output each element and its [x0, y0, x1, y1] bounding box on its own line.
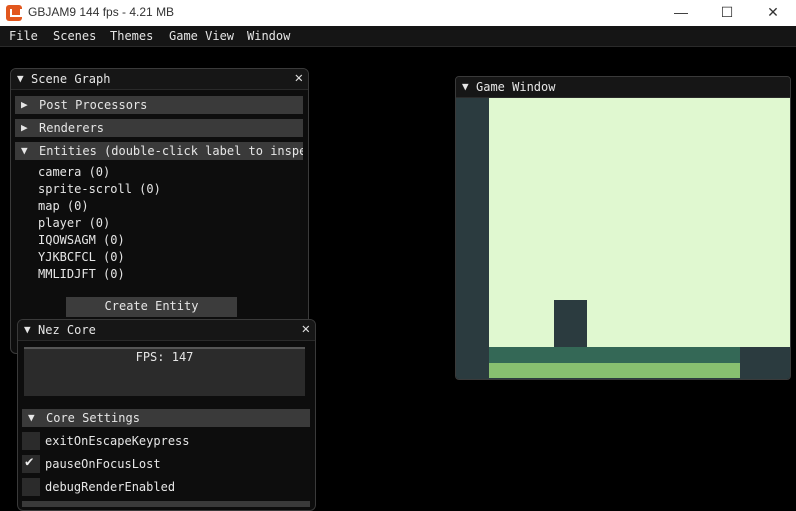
entity-item-map[interactable]: map (0)	[38, 199, 89, 213]
next-section-header[interactable]	[22, 501, 310, 507]
post-processors-header[interactable]: ▶ Post Processors	[15, 96, 303, 114]
nez-core-window: ▼ Nez Core ✕ FPS: 147 ▼ Core Settings ex…	[17, 319, 316, 511]
entity-item-player[interactable]: player (0)	[38, 216, 110, 230]
expanded-triangle-icon: ▼	[28, 411, 35, 424]
renderers-label: Renderers	[39, 121, 105, 135]
entity-item-sprite-scroll[interactable]: sprite-scroll (0)	[38, 182, 161, 196]
fps-label: FPS: 147	[135, 350, 194, 364]
game-viewport[interactable]	[456, 98, 790, 379]
os-title-bar: GBJAM9 144 fps - 4.21 MB — ☐ ✕	[0, 0, 796, 26]
checkbox[interactable]	[22, 478, 40, 496]
entity-item-mmlidjft[interactable]: MMLIDJFT (0)	[38, 267, 125, 281]
scene-graph-title-bar[interactable]: ▼ Scene Graph ✕	[11, 69, 308, 90]
setting-label: pauseOnFocusLost	[45, 457, 161, 471]
maximize-button[interactable]: ☐	[704, 0, 750, 26]
menu-game-view[interactable]: Game View	[169, 29, 234, 43]
entity-item-camera[interactable]: camera (0)	[38, 165, 110, 179]
entity-item-iqowsagm[interactable]: IQOWSAGM (0)	[38, 233, 125, 247]
entities-label: Entities (double-click label to inspect)	[39, 144, 303, 158]
menu-themes[interactable]: Themes	[110, 29, 153, 43]
grass-tiles	[489, 363, 740, 378]
window-title: GBJAM9 144 fps - 4.21 MB	[28, 5, 175, 19]
minimize-button[interactable]: —	[658, 0, 704, 26]
checkbox[interactable]	[22, 432, 40, 450]
game-window-title: Game Window	[476, 80, 556, 94]
checkmark-icon: ✔	[25, 454, 34, 470]
monogame-icon	[6, 5, 22, 21]
menu-window[interactable]: Window	[247, 29, 290, 43]
collapse-triangle-icon[interactable]: ▼	[17, 72, 24, 85]
close-icon[interactable]: ✕	[302, 321, 310, 337]
core-settings-label: Core Settings	[46, 411, 140, 425]
close-icon[interactable]: ✕	[295, 70, 303, 86]
core-settings-header[interactable]: ▼ Core Settings	[22, 409, 310, 427]
entity-item-yjkbcfcl[interactable]: YJKBCFCL (0)	[38, 250, 125, 264]
create-entity-button[interactable]: Create Entity	[66, 297, 237, 317]
entities-header[interactable]: ▼ Entities (double-click label to inspec…	[15, 142, 303, 160]
renderers-header[interactable]: ▶ Renderers	[15, 119, 303, 137]
scene-graph-title: Scene Graph	[31, 72, 111, 86]
setting-label: exitOnEscapeKeypress	[45, 434, 190, 448]
player-sprite	[554, 300, 587, 348]
scene-graph-window: ▼ Scene Graph ✕ ▶ Post Processors ▶ Rend…	[10, 68, 309, 354]
setting-label: debugRenderEnabled	[45, 480, 176, 494]
post-processors-label: Post Processors	[39, 98, 148, 112]
collapsed-triangle-icon: ▶	[21, 98, 28, 111]
collapsed-triangle-icon: ▶	[21, 121, 28, 134]
menu-file[interactable]: File	[9, 29, 38, 43]
fps-graph: FPS: 147	[24, 347, 305, 396]
collapse-triangle-icon[interactable]: ▼	[24, 323, 31, 336]
game-sky	[489, 98, 790, 347]
menu-bar: File Scenes Themes Game View Window	[0, 26, 796, 47]
close-button[interactable]: ✕	[750, 0, 796, 26]
collapse-triangle-icon[interactable]: ▼	[462, 80, 469, 93]
checkbox[interactable]: ✔	[22, 454, 40, 473]
game-window-title-bar[interactable]: ▼ Game Window	[456, 77, 790, 98]
game-window: ▼ Game Window	[455, 76, 791, 380]
nez-core-title-bar[interactable]: ▼ Nez Core ✕	[18, 320, 315, 341]
nez-core-title: Nez Core	[38, 323, 96, 337]
dark-tile-block	[740, 347, 790, 378]
expanded-triangle-icon: ▼	[21, 144, 28, 157]
menu-scenes[interactable]: Scenes	[53, 29, 96, 43]
